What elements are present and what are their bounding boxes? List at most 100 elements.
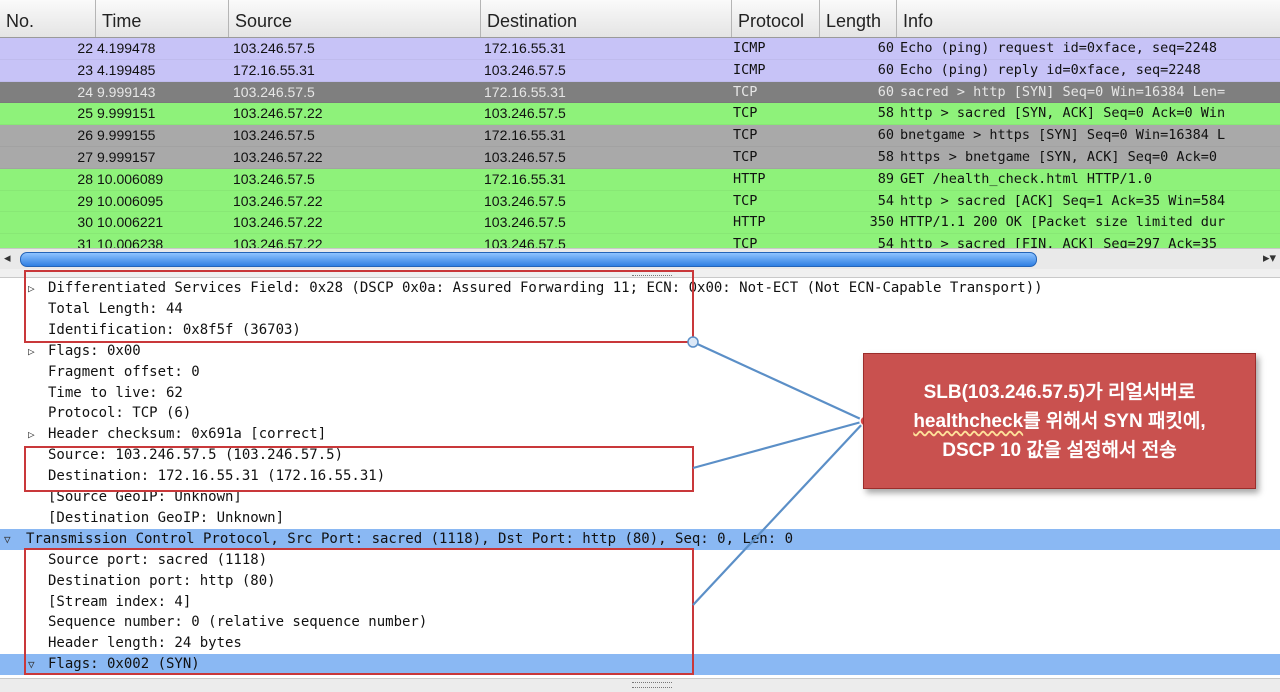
packet-row[interactable]: 22 4.199478 103.246.57.5 172.16.55.31 ICMP 60… — [0, 38, 1280, 60]
detail-text: Flags: 0x00 — [48, 342, 141, 359]
detail-text: Fragment offset: 0 — [48, 363, 200, 380]
packet-row[interactable]: 25 9.999151 103.246.57.22 103.246.57.5 TCP 58… — [0, 103, 1280, 126]
bottom-splitter[interactable] — [0, 678, 1280, 692]
packet-info: bnetgame > https [SYN] Seq=0 Win=16384 L — [900, 127, 1226, 144]
packet-length: 60 — [877, 61, 894, 78]
bottom-grip-icon[interactable] — [632, 682, 672, 688]
annotation-box-dscp — [24, 270, 694, 343]
packet-source: 103.246.57.22 — [233, 105, 323, 122]
packet-no: 30 — [77, 214, 93, 231]
packet-protocol: TCP — [733, 127, 758, 144]
packet-time: 10.006089 — [97, 170, 164, 187]
packet-time: 9.999151 — [97, 105, 156, 122]
packet-no: 27 — [77, 148, 93, 165]
column-header-info[interactable]: Info — [896, 0, 1280, 37]
packet-no: 28 — [77, 170, 93, 187]
packet-list-header: No. Time Source Destination Protocol Len… — [0, 0, 1280, 38]
packet-info: sacred > http [SYN] Seq=0 Win=16384 Len= — [900, 83, 1226, 100]
packet-info: GET /health_check.html HTTP/1.0 — [900, 170, 1152, 187]
packet-time: 4.199478 — [97, 40, 156, 56]
packet-info: Echo (ping) request id=0xface, seq=2248 — [900, 40, 1217, 56]
packet-source: 172.16.55.31 — [233, 61, 315, 78]
packet-row[interactable]: 29 10.006095 103.246.57.22 103.246.57.5 TCP 5… — [0, 190, 1280, 213]
packet-row[interactable]: 30 10.006221 103.246.57.22 103.246.57.5 HTTP… — [0, 212, 1280, 235]
detail-text: [Destination GeoIP: Unknown] — [48, 509, 285, 526]
collapsed-triangle-icon[interactable]: ▷ — [28, 341, 35, 362]
packet-list: 22 4.199478 103.246.57.5 172.16.55.31 ICMP 60… — [0, 38, 1280, 256]
detail-text: Time to live: 62 — [48, 384, 183, 401]
callout-healthcheck-word: healthcheck — [913, 411, 1024, 432]
packet-info: http > sacred [ACK] Seq=1 Ack=35 Win=584 — [900, 192, 1226, 209]
packet-no: 29 — [77, 192, 93, 209]
packet-destination: 103.246.57.5 — [484, 61, 566, 78]
column-header-no[interactable]: No. — [0, 0, 95, 37]
column-header-destination[interactable]: Destination — [480, 0, 731, 37]
column-header-length[interactable]: Length — [819, 0, 896, 37]
packet-no: 25 — [77, 105, 93, 122]
packet-source: 103.246.57.5 — [233, 170, 315, 187]
packet-destination: 172.16.55.31 — [484, 40, 566, 56]
column-header-time[interactable]: Time — [95, 0, 228, 37]
packet-row[interactable]: 24 9.999143 103.246.57.5 172.16.55.31 TCP 60 s… — [0, 81, 1280, 104]
packet-time: 10.006221 — [97, 214, 164, 231]
column-header-source[interactable]: Source — [228, 0, 480, 37]
annotation-box-addresses — [24, 446, 694, 492]
packet-info: https > bnetgame [SYN, ACK] Seq=0 Ack=0 — [900, 148, 1217, 165]
packet-row[interactable]: 27 9.999157 103.246.57.22 103.246.57.5 TCP 58… — [0, 146, 1280, 169]
packet-protocol: TCP — [733, 148, 758, 165]
packet-protocol: TCP — [733, 105, 758, 122]
packet-protocol: TCP — [733, 192, 758, 209]
packet-time: 9.999155 — [97, 127, 156, 144]
packet-no: 26 — [77, 127, 93, 144]
packet-destination: 103.246.57.5 — [484, 105, 566, 122]
packet-destination: 172.16.55.31 — [484, 83, 566, 100]
packet-no: 24 — [77, 83, 93, 100]
packet-info: HTTP/1.1 200 OK [Packet size limited dur — [900, 214, 1226, 231]
scroll-right-icon[interactable]: ▸▾ — [1263, 250, 1276, 266]
packet-row[interactable]: 26 9.999155 103.246.57.5 172.16.55.31 TCP 60 b… — [0, 125, 1280, 147]
expanded-triangle-icon[interactable]: ▽ — [4, 529, 11, 550]
annotation-box-tcp — [24, 548, 694, 675]
packet-source: 103.246.57.5 — [233, 127, 315, 144]
packet-length: 60 — [877, 40, 894, 56]
packet-row[interactable]: 28 10.006089 103.246.57.5 172.16.55.31 HTTP 8… — [0, 168, 1280, 191]
scroll-left-icon[interactable]: ◂ — [4, 250, 11, 266]
packet-length: 60 — [877, 83, 894, 100]
packet-source: 103.246.57.5 — [233, 83, 315, 100]
callout-line-2-rest: 를 위해서 SYN 패킷에, — [1023, 411, 1206, 432]
packet-length: 54 — [877, 192, 894, 209]
callout-line-1: SLB(103.246.57.5)가 리얼서버로 — [923, 382, 1196, 403]
horizontal-scrollbar[interactable]: ◂ ▸▾ — [0, 248, 1280, 270]
detail-text: Header checksum: 0x691a [correct] — [48, 426, 327, 443]
detail-tree-item[interactable]: [Destination GeoIP: Unknown] — [0, 508, 1280, 529]
packet-protocol: TCP — [733, 83, 758, 100]
packet-info: Echo (ping) reply id=0xface, seq=2248 — [900, 61, 1201, 78]
collapsed-triangle-icon[interactable]: ▷ — [28, 424, 35, 445]
packet-no: 23 — [77, 61, 93, 78]
packet-source: 103.246.57.22 — [233, 148, 323, 165]
packet-length: 58 — [877, 105, 894, 122]
packet-destination: 103.246.57.5 — [484, 214, 566, 231]
packet-length: 350 — [869, 214, 894, 231]
packet-protocol: HTTP — [733, 214, 766, 231]
packet-info: http > sacred [SYN, ACK] Seq=0 Ack=0 Win — [900, 105, 1226, 122]
packet-length: 60 — [877, 127, 894, 144]
column-header-protocol[interactable]: Protocol — [731, 0, 819, 37]
packet-source: 103.246.57.22 — [233, 192, 323, 209]
packet-protocol: HTTP — [733, 170, 766, 187]
annotation-callout: SLB(103.246.57.5)가 리얼서버로 healthcheck를 위해… — [863, 353, 1256, 489]
packet-destination: 103.246.57.5 — [484, 148, 566, 165]
packet-time: 9.999157 — [97, 148, 156, 165]
scrollbar-thumb[interactable] — [20, 252, 1037, 267]
packet-length: 58 — [877, 148, 894, 165]
packet-time: 9.999143 — [97, 83, 156, 100]
packet-no: 22 — [77, 40, 93, 56]
packet-protocol: ICMP — [733, 40, 766, 56]
packet-destination: 103.246.57.5 — [484, 192, 566, 209]
detail-text: Protocol: TCP (6) — [48, 405, 192, 422]
packet-destination: 172.16.55.31 — [484, 127, 566, 144]
packet-destination: 172.16.55.31 — [484, 170, 566, 187]
packet-row[interactable]: 23 4.199485 172.16.55.31 103.246.57.5 ICMP 60… — [0, 59, 1280, 82]
callout-line-3: DSCP 10 값을 설정해서 전송 — [942, 440, 1177, 461]
detail-tree-item[interactable]: ▽ Transmission Control Protocol, Src Port… — [0, 528, 1280, 550]
